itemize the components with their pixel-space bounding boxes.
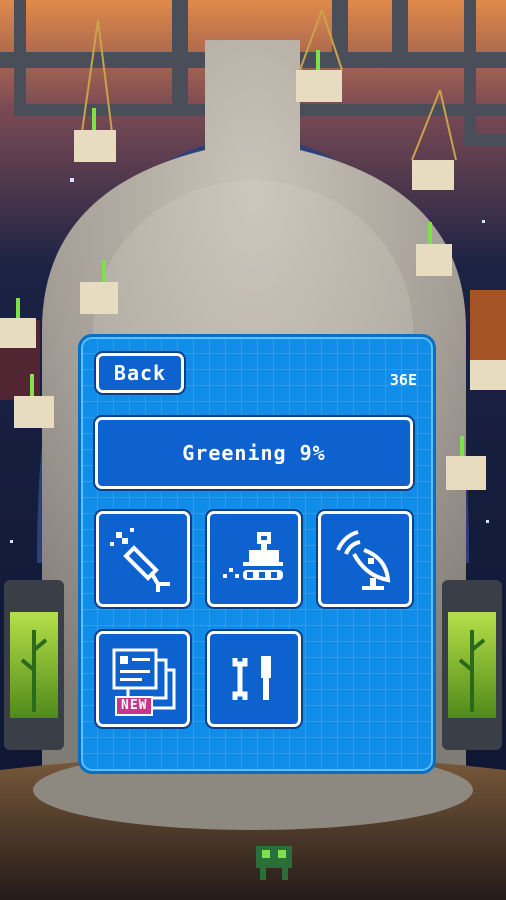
research-menu-panel: Back 36E Greening 9% NEW	[78, 334, 436, 774]
satellite-tile[interactable]	[318, 511, 412, 607]
back-button[interactable]: Back	[96, 353, 184, 393]
new-badge: NEW	[115, 696, 154, 716]
tools-tile[interactable]	[207, 631, 301, 727]
satellite-dish-icon	[336, 530, 391, 590]
rover-icon	[223, 532, 283, 580]
left-plant-tube	[4, 580, 64, 750]
blueprint-tile[interactable]: NEW	[96, 631, 190, 727]
currency-counter: 36E	[389, 371, 417, 389]
right-plant-tube	[442, 580, 502, 750]
telescope-tile[interactable]	[96, 511, 190, 607]
greening-progress-button[interactable]: Greening 9%	[95, 417, 413, 489]
tools-icon	[232, 656, 271, 700]
telescope-icon	[110, 528, 170, 592]
rover-tile[interactable]	[207, 511, 301, 607]
